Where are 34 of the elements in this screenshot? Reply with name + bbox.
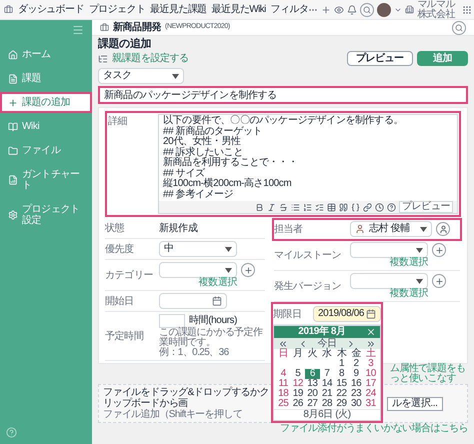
weekday-label: 金: [350, 349, 362, 359]
description-line: ## 新商品のターゲット: [163, 127, 264, 137]
description-line: 新商品を利用することで・・・: [163, 158, 298, 168]
description-line: ## サイズ: [163, 169, 205, 179]
page-title: 課題の追加: [98, 38, 152, 51]
field-label: 優先度: [105, 244, 135, 254]
description-line: ## 参考イメージ: [163, 190, 234, 200]
weekday-label: 土: [364, 349, 376, 359]
field-value: 新規作成: [159, 223, 198, 234]
help-text: 例：1、0.25、36: [159, 348, 230, 358]
weekday-label: 木: [336, 349, 348, 359]
drop-instructions: ファイルをドラッグ&ドロップするかクリップボードから画: [103, 387, 270, 409]
description-line: 縦100cm-横200cm-高さ100cm: [163, 179, 292, 189]
field-label: 期限日: [273, 308, 303, 320]
help-text: この課題にかかる予定作業時間です。: [159, 328, 264, 348]
field-label: カテゴリー: [105, 270, 154, 280]
description-line: ## 訴求したいこと: [163, 148, 244, 158]
weekday-label: 火: [306, 349, 318, 359]
weekday-label: 日: [277, 349, 290, 359]
weekday-label: 月: [292, 349, 304, 359]
weekday-label: 水: [321, 349, 333, 359]
description-line: 以下の要件で、〇〇のパッケージデザインを制作する。: [163, 116, 404, 126]
field-label: 状態: [105, 223, 126, 234]
drop-hint: ファイル追加（Shiftキーを押して: [103, 409, 244, 420]
field-label: 予定時間: [105, 330, 144, 342]
field-label: 担当者: [274, 224, 304, 234]
field-label: 発生バージョン: [274, 280, 342, 292]
field-label: 開始日: [105, 296, 135, 306]
field-label: 詳細: [108, 114, 128, 129]
field-label: マイルストーン: [274, 250, 342, 260]
unit-label: 時間(hours): [189, 316, 238, 326]
description-line: 20代、女性・男性: [163, 137, 242, 147]
month-title: 2019年 8月: [298, 327, 346, 337]
selected-date-label: 8月6日 (火): [274, 409, 380, 420]
